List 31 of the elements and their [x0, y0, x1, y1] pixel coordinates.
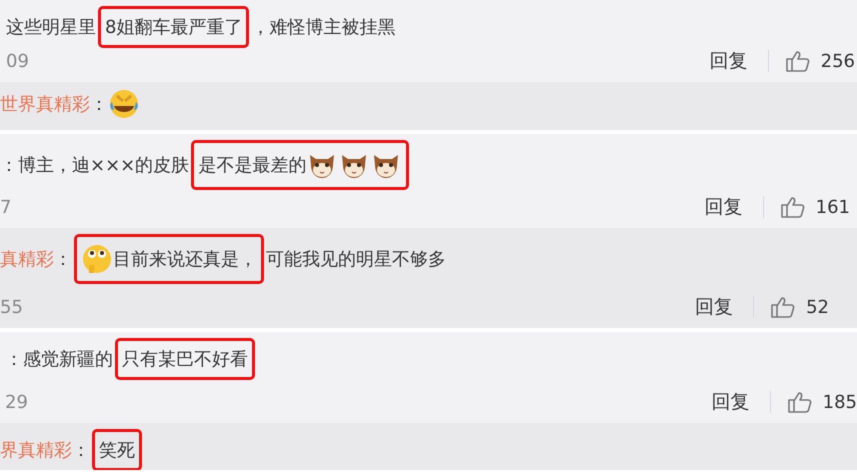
- comment-text: ：: [54, 248, 72, 271]
- comment-text: ：感觉新疆的: [5, 348, 113, 371]
- like-count: 185: [822, 392, 857, 412]
- thinking-emoji-icon: [81, 243, 113, 275]
- like-count: 52: [806, 296, 829, 318]
- thumbs-up-icon[interactable]: [780, 195, 806, 219]
- comment-text: 是不是最差的: [198, 154, 306, 177]
- comment-text: ：博主，迪×××的皮肤: [0, 154, 190, 177]
- timestamp: 7: [0, 196, 12, 218]
- like-count: 256: [820, 50, 855, 72]
- thumbs-up-icon[interactable]: [784, 49, 811, 73]
- comment-text: ：: [72, 439, 90, 462]
- reply-link[interactable]: 回复: [710, 48, 748, 74]
- comment-text: 8姐翻车最严重了: [105, 16, 242, 39]
- comment-text: 笑死: [99, 439, 135, 462]
- thumbs-up-icon[interactable]: [770, 295, 796, 319]
- comment-text: 这些明星里: [6, 16, 96, 39]
- comment-text: 可能我见的明星不够多: [266, 248, 446, 271]
- timestamp: 09: [6, 50, 29, 72]
- timestamp: 55: [0, 296, 23, 318]
- timestamp: 29: [5, 392, 28, 412]
- reply-link[interactable]: 回复: [712, 389, 750, 415]
- reply-link[interactable]: 回复: [704, 194, 743, 220]
- reply-link[interactable]: 回复: [695, 294, 734, 320]
- comment-text: ，难怪博主被挂黑: [251, 16, 396, 39]
- comment-text: ：: [90, 93, 108, 116]
- thumbs-up-icon[interactable]: [786, 390, 813, 414]
- comment-text: 目前来说还真是，: [113, 248, 257, 271]
- like-count: 161: [816, 196, 850, 218]
- comment-text: 只有某巴不好看: [122, 348, 248, 371]
- laughing-tears-emoji-icon: [108, 88, 140, 120]
